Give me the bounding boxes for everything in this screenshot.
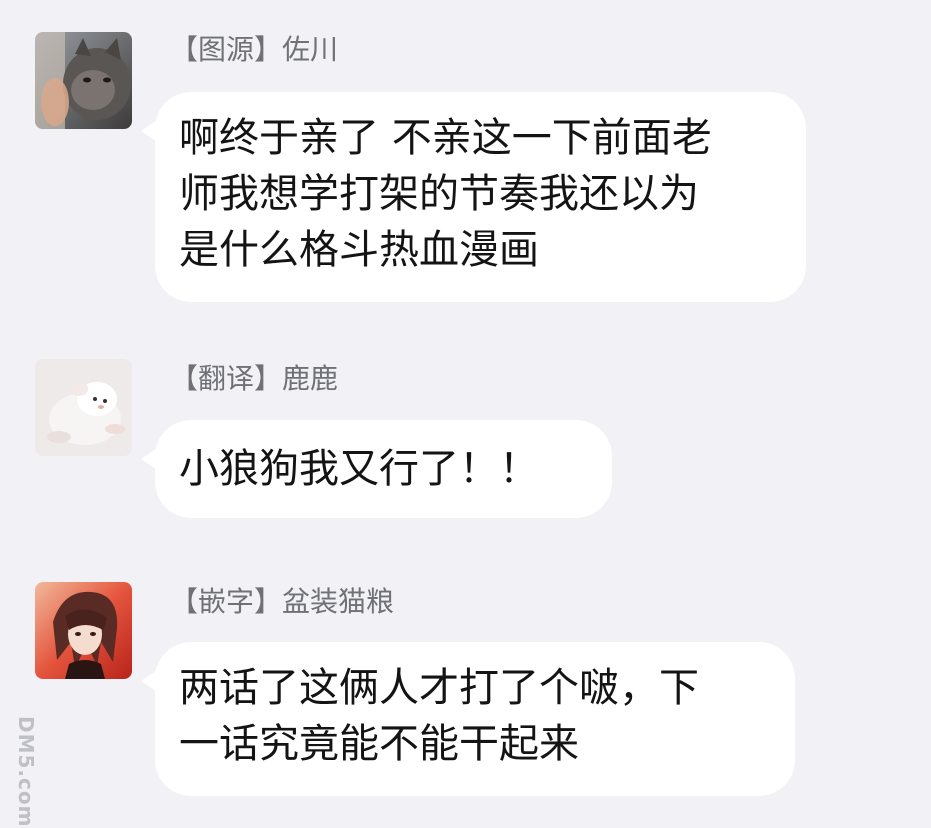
message-text-line: 是什么格斗热血漫画: [179, 227, 539, 273]
bubble-tail: [141, 120, 157, 142]
message-bubble[interactable]: 啊终于亲了 不亲这一下前面老 师我想学打架的节奏我还以为 是什么格斗热血漫画: [141, 92, 806, 302]
avatar[interactable]: [35, 582, 132, 679]
cat-photo-icon: [35, 32, 132, 129]
avatar[interactable]: [35, 359, 132, 456]
anime-character-icon: [35, 582, 132, 679]
bubble-tail: [141, 448, 157, 470]
message-text-line: 一话究竟能不能干起来: [179, 721, 579, 767]
message-bubble[interactable]: 两话了这俩人才打了个啵，下 一话究竟能不能干起来: [141, 642, 795, 796]
sender-name[interactable]: 【图源】佐川: [170, 33, 338, 67]
bubble-tail: [141, 670, 157, 692]
white-puppy-icon: [35, 359, 132, 456]
avatar[interactable]: [35, 32, 132, 129]
sender-name[interactable]: 【翻译】鹿鹿: [170, 362, 338, 396]
site-watermark: DM5.com: [14, 716, 38, 828]
message-bubble[interactable]: 小狼狗我又行了！！: [141, 420, 612, 518]
message-text-line: 师我想学打架的节奏我还以为: [179, 171, 699, 217]
message-text-line: 小狼狗我又行了！！: [179, 446, 539, 492]
message-text-line: 啊终于亲了 不亲这一下前面老: [179, 115, 712, 161]
message-text-line: 两话了这俩人才打了个啵，下: [179, 665, 699, 711]
sender-name[interactable]: 【嵌字】盆装猫粮: [170, 585, 394, 619]
